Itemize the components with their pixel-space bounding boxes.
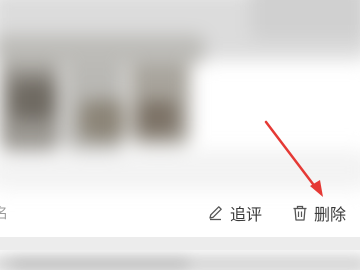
trash-icon: [291, 204, 309, 222]
screen: 名 追评 删除: [0, 0, 360, 270]
pencil-icon: [207, 204, 225, 222]
next-review-card-partial: [0, 250, 360, 270]
delete-review-label: 删除: [314, 205, 347, 224]
follow-up-review-label: 追评: [230, 205, 263, 224]
blurred-next-content: [0, 250, 360, 270]
delete-review-button[interactable]: 删除: [291, 201, 346, 225]
review-card: 名 追评 删除: [0, 0, 360, 237]
follow-up-review-button[interactable]: 追评: [207, 201, 262, 225]
blurred-review-photos: [0, 0, 360, 190]
anonymous-label: 名: [0, 206, 9, 222]
